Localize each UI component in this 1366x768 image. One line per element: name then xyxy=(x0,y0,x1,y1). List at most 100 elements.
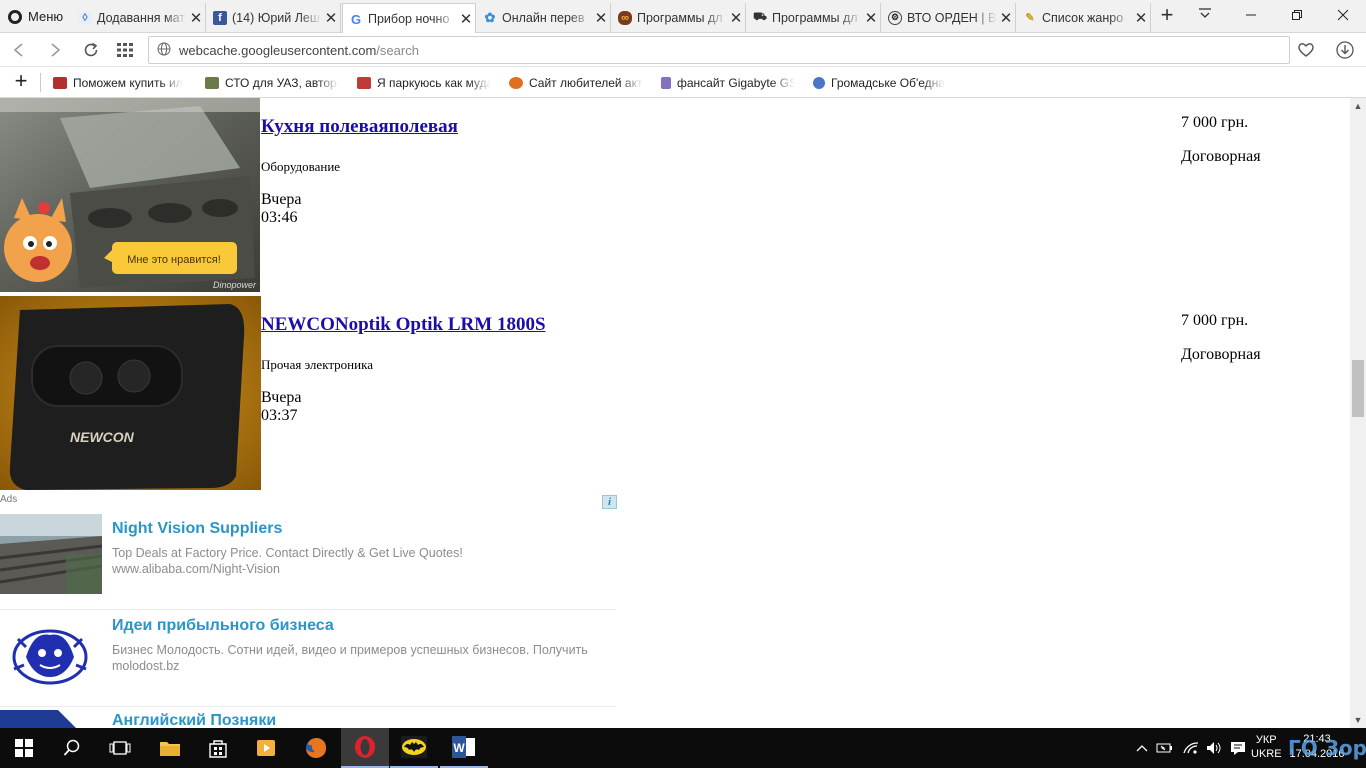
wifi-icon[interactable] xyxy=(1180,728,1202,768)
listing-title-link[interactable]: NEWCONoptik Optik LRM 1800S xyxy=(261,314,546,336)
lang-top: УКР xyxy=(1255,734,1277,746)
tab-0[interactable]: ◊ Додавання мат ✕ xyxy=(72,3,206,32)
tab-2-active[interactable]: G Прибор ночно ✕ xyxy=(342,3,476,34)
ad-url[interactable]: www.alibaba.com/Night-Vision xyxy=(112,562,280,576)
bookmark-3[interactable]: Сайт любителей акт xyxy=(509,73,643,93)
opera-menu-button[interactable]: Меню xyxy=(0,0,70,33)
start-windows-icon[interactable] xyxy=(0,728,48,768)
bookmark-1[interactable]: СТО для УАЗ, автора xyxy=(205,73,339,93)
tab-strip: Меню ◊ Додавання мат ✕ f (14) Юрий Леш ✕… xyxy=(0,0,1366,34)
ad-item[interactable]: Идеи прибыльного бизнеса Бизнес Молодост… xyxy=(0,611,616,707)
minimize-icon[interactable] xyxy=(1228,0,1274,30)
opera-logo-icon xyxy=(8,9,22,24)
bookmark-5[interactable]: Громадське Об'една xyxy=(813,73,947,93)
close-icon[interactable]: ✕ xyxy=(862,9,880,27)
shield-icon xyxy=(813,77,825,89)
media-player-icon[interactable] xyxy=(242,728,290,768)
show-hidden-icons-chevron-icon[interactable] xyxy=(1132,728,1152,768)
forward-icon[interactable] xyxy=(42,37,68,63)
ad-title-link[interactable]: Night Vision Suppliers xyxy=(112,520,282,538)
url-host: webcache.googleusercontent.com xyxy=(179,42,377,58)
battery-plug-icon[interactable] xyxy=(1154,728,1176,768)
restore-icon[interactable] xyxy=(1274,0,1320,30)
phone-icon xyxy=(661,77,671,89)
listing-photo[interactable]: Мне это нравится! Dinopower xyxy=(0,98,260,292)
globe-icon xyxy=(149,42,179,59)
search-icon[interactable] xyxy=(48,728,96,768)
opera-taskbar-icon[interactable] xyxy=(341,728,389,768)
listing-negotiable: Договорная xyxy=(1181,346,1261,363)
listing-time: 03:37 xyxy=(261,407,298,424)
close-icon[interactable]: ✕ xyxy=(592,9,610,27)
tab-title: Программы дл xyxy=(637,10,723,25)
reload-icon[interactable] xyxy=(78,37,104,63)
tab-3[interactable]: ✿ Онлайн перев ✕ xyxy=(477,3,611,32)
new-tab-button[interactable]: + xyxy=(1156,4,1178,28)
tab-title: Прибор ночно xyxy=(368,12,450,26)
url-path: /search xyxy=(376,42,419,58)
listing-title-link[interactable]: Кухня полеваяполевая xyxy=(261,116,458,138)
close-window-icon[interactable] xyxy=(1320,0,1366,30)
scrollbar-thumb[interactable] xyxy=(1352,360,1364,417)
close-icon[interactable]: ✕ xyxy=(322,9,340,27)
ad-info-icon[interactable]: i xyxy=(602,495,617,509)
translate-icon: ✿ xyxy=(484,9,496,25)
close-icon[interactable]: ✕ xyxy=(1132,9,1150,27)
tab-5[interactable]: ⛟ Программы дл ✕ xyxy=(747,3,881,32)
clock-time: 21:43 xyxy=(1303,733,1331,745)
vertical-scrollbar[interactable]: ▲ ▼ xyxy=(1350,98,1366,728)
word-icon[interactable]: W xyxy=(440,728,488,768)
ad-description: Top Deals at Factory Price. Contact Dire… xyxy=(112,546,463,560)
speed-dial-grid-icon[interactable] xyxy=(112,37,138,63)
ad-image[interactable] xyxy=(0,514,102,594)
tab-4[interactable]: ∞ Программы дл ✕ xyxy=(612,3,746,32)
file-explorer-icon[interactable] xyxy=(146,728,194,768)
downloads-icon[interactable] xyxy=(1332,37,1358,63)
scroll-down-icon[interactable]: ▼ xyxy=(1350,712,1366,728)
ad-item[interactable]: Night Vision Suppliers Top Deals at Fact… xyxy=(0,514,616,610)
volume-icon[interactable] xyxy=(1204,728,1224,768)
firefox-icon[interactable] xyxy=(292,728,340,768)
close-icon[interactable]: ✕ xyxy=(457,10,475,28)
tab-6[interactable]: ⚙ ВТО ОРДЕН | В ✕ xyxy=(882,3,1016,32)
store-icon[interactable] xyxy=(194,728,242,768)
bookmark-label: СТО для УАЗ, автора xyxy=(225,76,339,90)
ad-url[interactable]: molodost.bz xyxy=(112,659,179,673)
car-icon: ⛟ xyxy=(753,10,767,23)
ad-image[interactable] xyxy=(0,617,102,697)
ad-image[interactable] xyxy=(0,708,102,728)
listing-item: Мне это нравится! Dinopower Кухня полева… xyxy=(0,98,1350,292)
back-icon[interactable] xyxy=(6,37,32,63)
scroll-up-icon[interactable]: ▲ xyxy=(1350,98,1366,114)
close-icon[interactable]: ✕ xyxy=(997,9,1015,27)
bookmark-2[interactable]: Я паркуюсь как муда xyxy=(357,73,491,93)
batman-game-icon[interactable] xyxy=(390,728,438,768)
ad-item[interactable]: Английский Позняки xyxy=(0,708,616,728)
clock-date: 17.04.2016 xyxy=(1289,748,1345,760)
listing-negotiable: Договорная xyxy=(1181,148,1261,165)
input-language-indicator[interactable]: УКР UKRE xyxy=(1251,733,1282,761)
bookmark-0[interactable]: Поможем купить ил xyxy=(53,73,187,93)
address-field[interactable]: webcache.googleusercontent.com/search xyxy=(148,36,1290,64)
close-icon[interactable]: ✕ xyxy=(727,9,745,27)
bookmark-label: Поможем купить ил xyxy=(73,76,183,90)
listing-date: Вчера xyxy=(261,389,302,406)
tab-menu-icon[interactable] xyxy=(1196,6,1214,26)
tab-7[interactable]: ✎ Список жанро ✕ xyxy=(1017,3,1151,32)
listing-photo[interactable]: NEWCON xyxy=(0,296,261,490)
notifications-icon[interactable] xyxy=(1228,728,1248,768)
add-bookmark-button[interactable]: + xyxy=(10,70,32,94)
bookmarks-divider xyxy=(40,73,41,92)
clock[interactable]: 21:43 17.04.2016 xyxy=(1282,732,1352,762)
page-content: Мне это нравится! Dinopower Кухня полева… xyxy=(0,98,1350,728)
ad-title-link[interactable]: Английский Позняки xyxy=(112,712,276,728)
bookmark-4[interactable]: фансайт Gigabyte GS xyxy=(661,73,795,93)
vto-icon: ⚙ xyxy=(888,10,902,25)
task-view-icon[interactable] xyxy=(96,728,144,768)
close-icon[interactable]: ✕ xyxy=(187,9,205,27)
ad-title-link[interactable]: Идеи прибыльного бизнеса xyxy=(112,617,334,635)
tab-title: Программы дл xyxy=(772,10,858,25)
car-icon xyxy=(53,77,67,89)
tab-1[interactable]: f (14) Юрий Леш ✕ xyxy=(207,3,341,32)
bookmark-heart-icon[interactable] xyxy=(1293,37,1319,63)
